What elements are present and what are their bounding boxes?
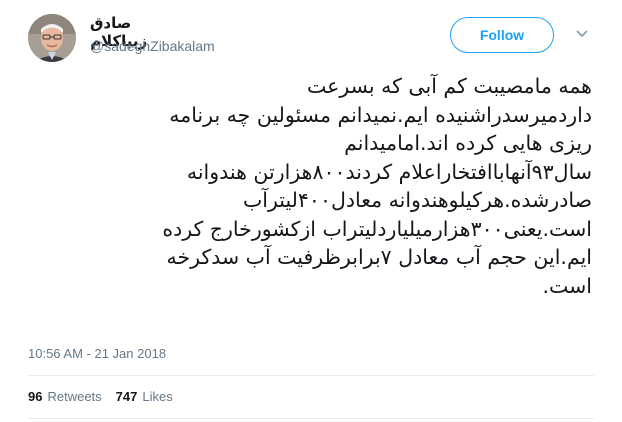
- divider: [28, 418, 594, 419]
- tweet-timestamp[interactable]: 10:56 AM - 21 Jan 2018: [28, 346, 166, 361]
- likes-label: Likes: [142, 389, 173, 404]
- tweet-text: همه مامصیبت کم آبی که بسرعت داردمیرسدراش…: [22, 72, 592, 300]
- tweet-line: ریزی هایی کرده اند.امامیدانم: [344, 131, 592, 155]
- likes-stat[interactable]: 747 Likes: [116, 389, 173, 404]
- divider: [28, 375, 594, 376]
- retweets-count: 96: [28, 389, 43, 404]
- tweet-line: سال۹۳آنهاباافتخاراعلام کردند۸۰۰هزارتن هن…: [186, 159, 592, 184]
- tweet-line: داردمیرسدراشنیده ایم.نمیدانم مسئولین چه …: [169, 102, 592, 127]
- follow-button[interactable]: Follow: [450, 17, 554, 53]
- tweet-stats: 96 Retweets 747 Likes: [28, 389, 173, 404]
- likes-count: 747: [115, 389, 138, 404]
- retweets-stat[interactable]: 96 Retweets: [28, 389, 102, 404]
- tweet-line: است.یعنی۳۰۰هزارمیلیاردلیتراب ازکشورخارج …: [162, 216, 592, 241]
- tweet-line: همه مامصیبت کم آبی که بسرعت: [306, 74, 592, 98]
- chevron-down-icon[interactable]: [574, 26, 590, 42]
- tweet-line: صادرشده.هرکیلوهندوانه معادل۴۰۰لیترآب: [242, 188, 592, 212]
- tweet-line: است.: [542, 273, 592, 298]
- profile-photo-icon: [28, 14, 76, 62]
- tweet-line: ایم.این حجم آب معادل ۷برابرظرفیت آب سدکر…: [166, 245, 592, 269]
- user-handle[interactable]: @sadeghZibakalam: [90, 38, 215, 54]
- avatar[interactable]: [28, 14, 76, 62]
- retweets-label: Retweets: [47, 389, 102, 404]
